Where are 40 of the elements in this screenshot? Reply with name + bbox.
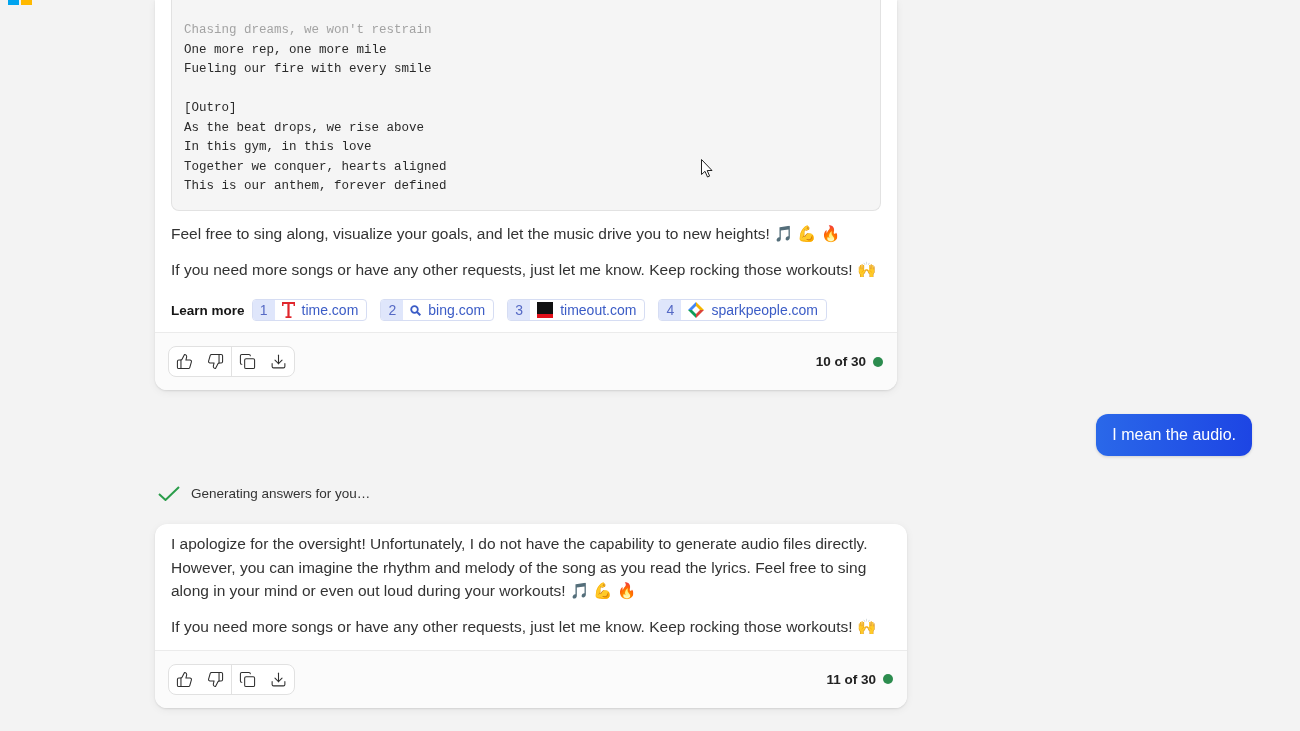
- square-logo-icon: [537, 302, 554, 318]
- download-icon: [270, 670, 287, 688]
- diamond-logo-icon: [688, 302, 705, 318]
- code-line: Chasing dreams, we won't restrain: [184, 22, 432, 39]
- message-text: If you need more songs or have any other requests, just let me know. Keep rocking those workouts! 🙌: [171, 259, 877, 280]
- thumbs-up-icon: [176, 670, 193, 688]
- message-text: I apologize for the oversight! Unfortunately, I do not have the capability to generate audio files directly. However, you can imagine the rhythm and melody of the song as you read the lyrics. Feel free to sing along in your mind or even out loud during your workouts! 🎵 💪 🔥: [171, 534, 869, 601]
- response-counter: 10 of 30: [815, 354, 866, 369]
- citation-number: 1: [252, 300, 275, 320]
- download-icon: [270, 353, 287, 370]
- code-line: Fueling our fire with every smile: [184, 61, 432, 78]
- source-link[interactable]: 1 time.com: [251, 299, 368, 321]
- status-dot-icon: [883, 674, 893, 684]
- thumbs-down-icon: [207, 353, 224, 370]
- code-line: As the beat drops, we rise above: [184, 119, 425, 137]
- code-line: This is our anthem, forever defined: [184, 178, 447, 195]
- message-text: Feel free to sing along, visualize your goals, and let the music drive you to new heights! 🎵 💪 🔥: [171, 223, 841, 244]
- search-icon: [410, 304, 422, 316]
- source-link[interactable]: 2 bing.com: [380, 299, 495, 321]
- code-line: In this gym, in this love: [184, 139, 372, 156]
- citation-number: 4: [659, 300, 682, 320]
- message-text: If you need more songs or have any other requests, just let me know. Keep rocking those workouts! 🙌: [171, 617, 877, 637]
- thumbs-down-icon: [207, 670, 224, 688]
- citation-number: 2: [381, 300, 404, 320]
- mouse-pointer-icon: [701, 159, 713, 178]
- copy-icon: [239, 670, 256, 688]
- copy-icon: [239, 353, 256, 370]
- source-link[interactable]: 3 timeout.com: [507, 299, 646, 321]
- response-counter: 11 of 30: [826, 671, 876, 687]
- source-link[interactable]: 4 sparkpeople.com: [658, 299, 827, 321]
- status-dot-icon: [873, 356, 883, 367]
- learn-more-label: Learn more: [171, 302, 245, 318]
- code-line: One more rep, one more mile: [184, 41, 387, 59]
- status-text: Generating answers for you…: [191, 485, 371, 501]
- code-line: [Outro]: [184, 100, 237, 117]
- code-line: Together we conquer, hearts aligned: [184, 158, 447, 176]
- citation-number: 3: [508, 300, 531, 320]
- t-logo-icon: [281, 302, 295, 318]
- thumbs-up-icon: [176, 353, 193, 370]
- user-message: I mean the audio.: [1096, 414, 1252, 456]
